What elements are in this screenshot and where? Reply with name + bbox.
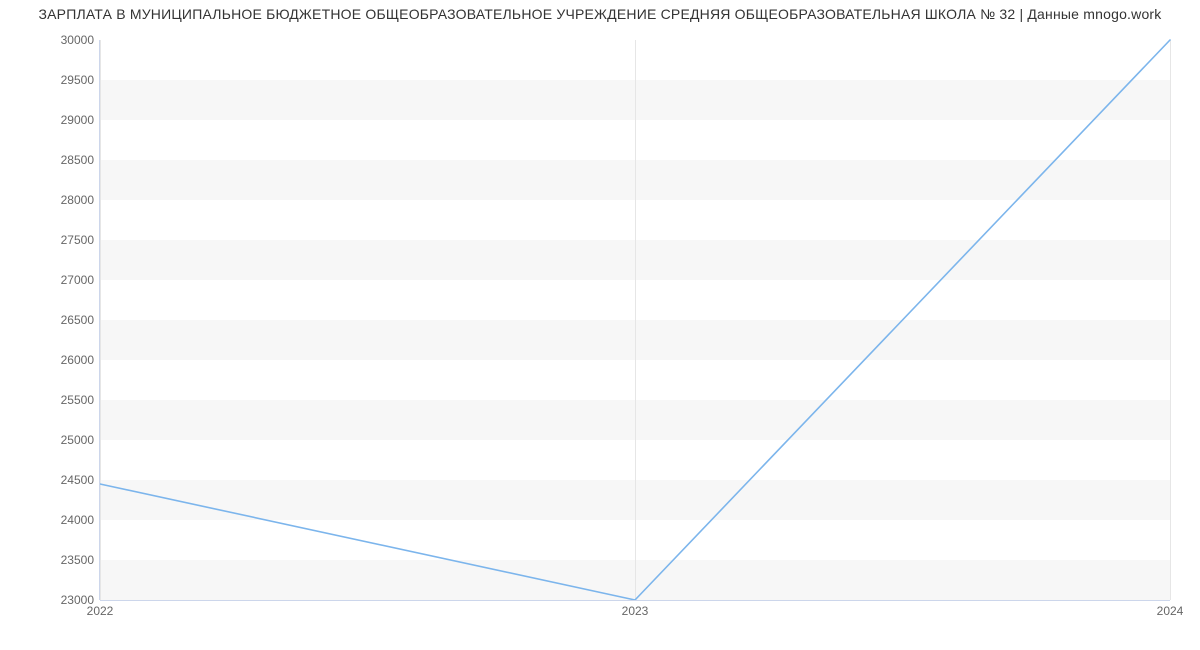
x-tick-label: 2022 [87, 604, 114, 618]
grid-vertical [1170, 40, 1171, 600]
y-tick-label: 23000 [34, 593, 94, 607]
salary-chart: ЗАРПЛАТА В МУНИЦИПАЛЬНОЕ БЮДЖЕТНОЕ ОБЩЕО… [0, 0, 1200, 650]
y-tick-label: 30000 [34, 33, 94, 47]
plot-area [100, 40, 1170, 600]
y-tick-label: 24000 [34, 513, 94, 527]
y-tick-label: 29500 [34, 73, 94, 87]
chart-title: ЗАРПЛАТА В МУНИЦИПАЛЬНОЕ БЮДЖЕТНОЕ ОБЩЕО… [0, 6, 1200, 22]
y-axis-line [99, 40, 100, 600]
y-tick-label: 29000 [34, 113, 94, 127]
y-tick-label: 26000 [34, 353, 94, 367]
y-tick-label: 23500 [34, 553, 94, 567]
y-tick-label: 26500 [34, 313, 94, 327]
x-tick-label: 2023 [622, 604, 649, 618]
series-line [100, 40, 1170, 600]
y-tick-label: 24500 [34, 473, 94, 487]
y-tick-label: 28500 [34, 153, 94, 167]
y-tick-label: 28000 [34, 193, 94, 207]
y-tick-label: 27500 [34, 233, 94, 247]
y-tick-label: 27000 [34, 273, 94, 287]
x-axis-line [100, 600, 1170, 601]
y-tick-label: 25000 [34, 433, 94, 447]
y-tick-label: 25500 [34, 393, 94, 407]
x-tick-label: 2024 [1157, 604, 1184, 618]
